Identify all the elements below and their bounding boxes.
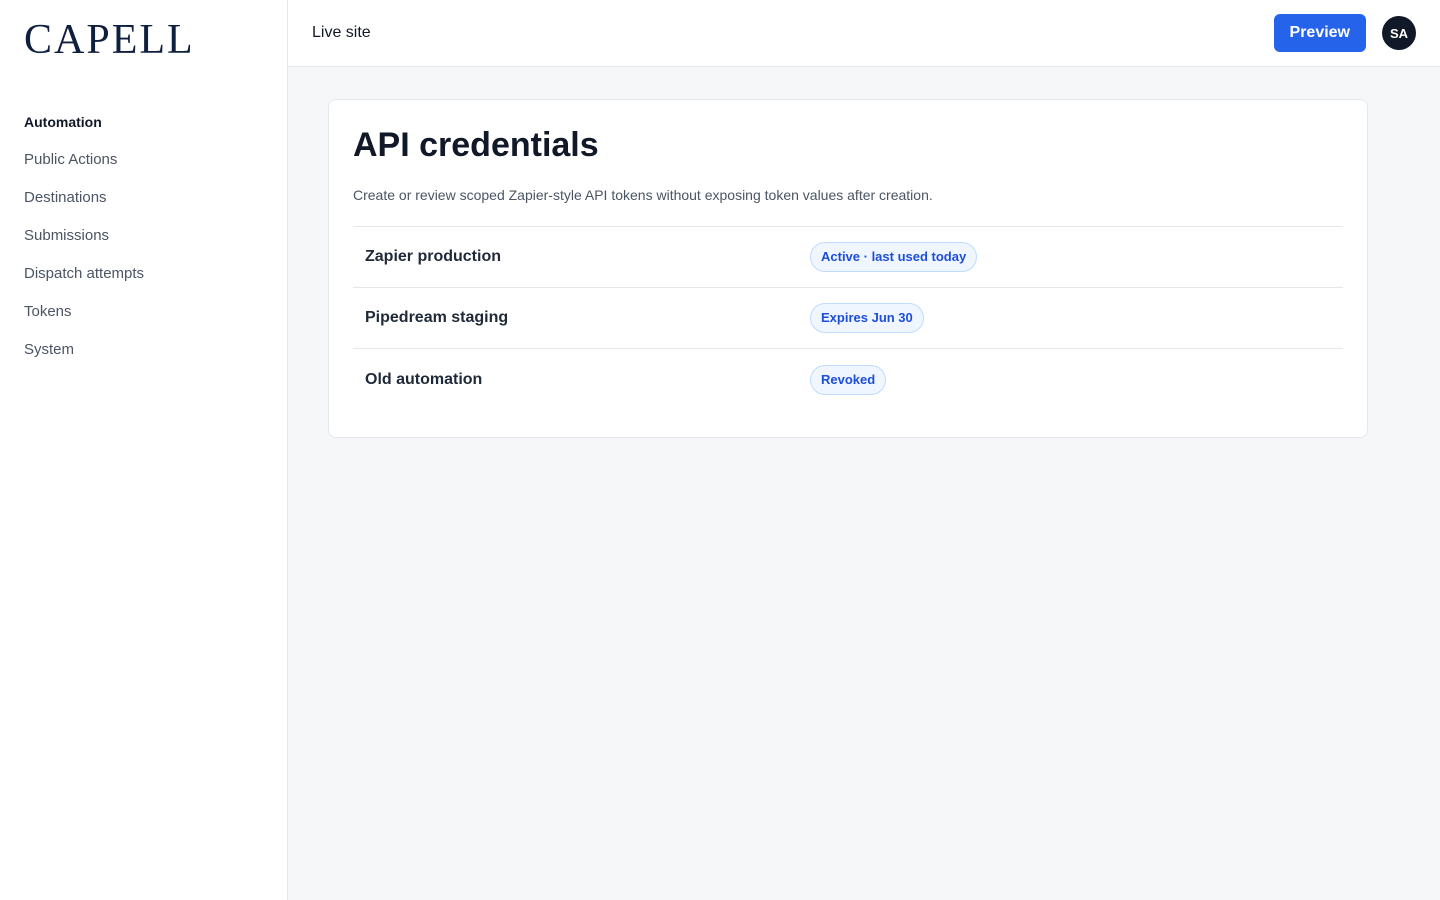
sidebar-item-dispatch-attempts[interactable]: Dispatch attempts	[24, 262, 263, 286]
topbar: Live site Preview SA	[288, 0, 1440, 67]
sidebar-item-public-actions[interactable]: Public Actions	[24, 148, 263, 172]
status-badge: Expires Jun 30	[810, 303, 924, 333]
preview-button[interactable]: Preview	[1273, 14, 1366, 52]
api-credentials-card: API credentials Create or review scoped …	[328, 99, 1368, 438]
app-shell: CAPELL Automation Public Actions Destina…	[0, 0, 1440, 900]
live-site-link[interactable]: Live site	[312, 24, 371, 42]
sidebar-item-tokens[interactable]: Tokens	[24, 300, 263, 324]
sidebar-section-automation: Automation	[24, 114, 102, 130]
status-badge: Active · last used today	[810, 242, 978, 272]
sidebar-item-destinations[interactable]: Destinations	[24, 186, 263, 210]
token-row[interactable]: Pipedream staging Expires Jun 30	[353, 288, 1343, 349]
topbar-actions: Preview SA	[1273, 14, 1416, 52]
token-name: Pipedream staging	[365, 309, 509, 326]
main-area: Live site Preview SA API credentials Cre…	[288, 0, 1440, 900]
token-row[interactable]: Zapier production Active · last used tod…	[353, 227, 1343, 288]
page-description: Create or review scoped Zapier-style API…	[353, 187, 933, 203]
token-name: Old automation	[365, 370, 483, 388]
status-badge: Revoked	[810, 364, 887, 395]
sidebar-nav: Automation Public Actions Destinations S…	[24, 110, 263, 362]
token-list: Zapier production Active · last used tod…	[353, 226, 1343, 410]
content: API credentials Create or review scoped …	[288, 67, 1440, 438]
token-name: Zapier production	[365, 248, 501, 265]
sidebar-item-system[interactable]: System	[24, 338, 263, 362]
sidebar-item-submissions[interactable]: Submissions	[24, 224, 263, 248]
page-title: API credentials	[353, 126, 599, 164]
token-row[interactable]: Old automation Revoked	[353, 349, 1343, 410]
sidebar: CAPELL Automation Public Actions Destina…	[0, 0, 288, 900]
avatar[interactable]: SA	[1382, 16, 1416, 50]
brand-logo[interactable]: CAPELL	[24, 0, 263, 66]
